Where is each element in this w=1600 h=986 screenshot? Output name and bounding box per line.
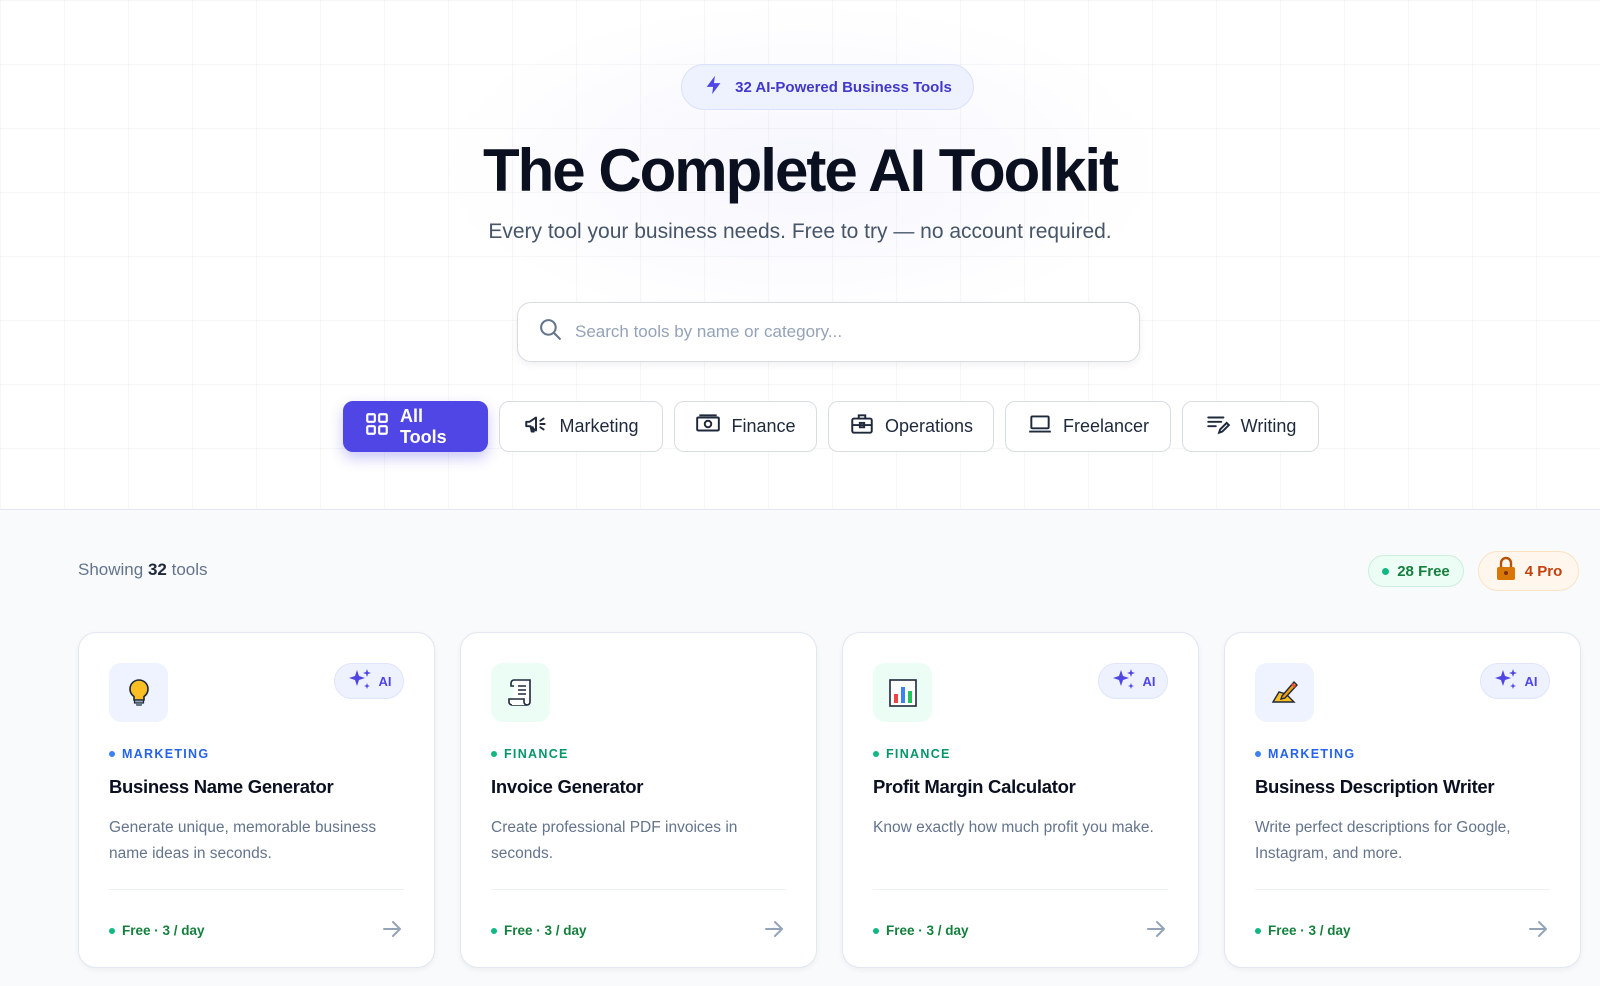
card-divider [491,889,786,890]
tab-finance[interactable]: Finance [674,401,817,452]
card-title: Invoice Generator [491,776,644,797]
tab-label: Freelancer [1062,416,1150,436]
page-subtitle: Every tool your business needs. Free to … [488,220,1112,243]
sparkles-icon [1493,667,1519,696]
category-label: FINANCE [504,747,569,761]
briefcase-icon [849,411,875,442]
card-category: MARKETING [109,747,209,761]
free-dot [491,927,497,934]
tools-count-label: 32 AI-Powered Business Tools [735,78,952,96]
laptop-icon [1027,411,1053,442]
scroll-icon [491,663,550,722]
free-dot [109,927,115,934]
category-dot [109,751,115,757]
search-icon [538,317,563,347]
tab-freelancer[interactable]: Freelancer [1005,401,1171,452]
card-pricing: Free · 3 / day [491,923,587,938]
card-pricing: Free · 3 / day [109,923,205,938]
pro-count-label: 4 Pro [1524,562,1563,580]
ai-badge: AI [1098,663,1168,699]
pricing-label: Free · 3 / day [1268,923,1351,938]
free-dot [1255,927,1261,934]
card-pricing: Free · 3 / day [1255,923,1351,938]
pricing-label: Free · 3 / day [504,923,587,938]
card-title: Business Description Writer [1255,776,1495,797]
tab-label: Finance [731,416,796,436]
tool-card[interactable]: AI MARKETING Business Description Writer… [1224,632,1581,968]
card-title: Business Name Generator [109,776,334,797]
card-category: FINANCE [491,747,569,761]
tab-operations[interactable]: Operations [828,401,994,452]
tools-count: 32 [147,560,167,579]
free-dot [1382,567,1390,575]
hero-section: 32 AI-Powered Business Tools The Complet… [0,0,1600,510]
card-description: Generate unique, memorable business name… [109,819,377,862]
ai-badge: AI [1480,663,1550,699]
results-summary: Showing 32 tools [78,560,208,580]
showing-prefix: Showing [78,560,144,579]
lightning-icon [703,74,725,100]
category-tabs: All Tools Marketing Finance Operations F… [343,401,1319,452]
ai-label: AI [378,673,392,689]
tool-card[interactable]: FINANCE Invoice Generator Create profess… [460,632,817,968]
ai-label: AI [1524,673,1538,689]
tab-label: Operations [884,416,974,436]
tools-count-pill: 32 AI-Powered Business Tools [681,64,974,110]
banknote-icon [695,411,721,442]
ai-label: AI [1142,673,1156,689]
ai-badge: AI [334,663,404,699]
card-title: Profit Margin Calculator [873,776,1076,797]
free-dot [873,927,879,934]
tab-marketing[interactable]: Marketing [499,401,663,452]
search-input[interactable] [575,322,1115,342]
megaphone-icon [523,411,549,442]
arrow-right-icon[interactable] [1144,917,1168,941]
sparkles-icon [1111,667,1137,696]
tab-writing[interactable]: Writing [1182,401,1319,452]
card-description: Write perfect descriptions for Google, I… [1255,819,1511,862]
arrow-right-icon[interactable] [1526,917,1550,941]
category-label: MARKETING [122,747,210,761]
card-divider [873,889,1168,890]
card-divider [109,889,404,890]
page-title: The Complete AI Toolkit [482,137,1119,204]
tab-label: Marketing [559,416,639,436]
lightbulb-icon [109,663,168,722]
grid-icon [364,411,390,442]
category-dot [873,751,879,757]
bar-chart-icon [873,663,932,722]
category-dot [491,751,497,757]
pricing-label: Free · 3 / day [886,923,969,938]
sparkles-icon [347,667,373,696]
arrow-right-icon[interactable] [380,917,404,941]
tool-card[interactable]: AI FINANCE Profit Margin Calculator Know… [842,632,1199,968]
card-category: MARKETING [1255,747,1355,761]
card-description: Know exactly how much profit you make. [873,819,1154,836]
tab-all-tools[interactable]: All Tools [343,401,488,452]
pricing-label: Free · 3 / day [122,923,205,938]
category-label: FINANCE [886,747,951,761]
card-divider [1255,889,1550,890]
category-label: MARKETING [1268,747,1356,761]
free-count-badge: 28 Free [1368,555,1464,587]
tab-label: Writing [1240,416,1297,436]
text-edit-icon [1205,411,1231,442]
search-box[interactable] [517,302,1140,362]
lock-icon [1495,556,1517,586]
category-dot [1255,751,1261,757]
tool-card[interactable]: AI MARKETING Business Name Generator Gen… [78,632,435,968]
tools-grid: AI MARKETING Business Name Generator Gen… [78,632,1581,972]
writing-hand-icon [1255,663,1314,722]
free-count-label: 28 Free [1397,562,1450,580]
showing-suffix: tools [171,560,208,579]
tab-label: All Tools [400,405,447,447]
card-pricing: Free · 3 / day [873,923,969,938]
pro-count-badge: 4 Pro [1478,551,1579,591]
card-description: Create professional PDF invoices in seco… [491,819,738,862]
arrow-right-icon[interactable] [762,917,786,941]
card-category: FINANCE [873,747,951,761]
